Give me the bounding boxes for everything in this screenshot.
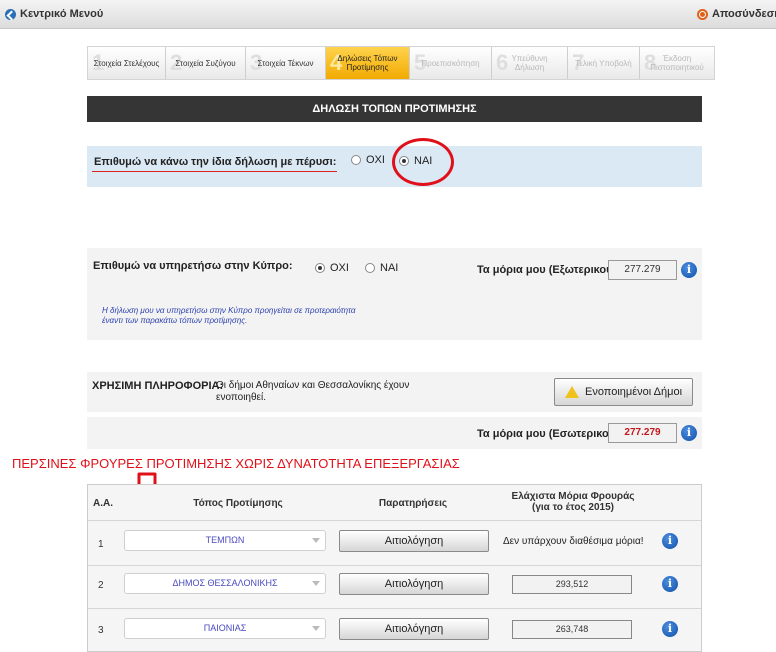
- radio-cyprus-no[interactable]: ΟΧΙ: [315, 262, 349, 274]
- domestic-points-panel: Τα μόρια μου (Εσωτερικού): 277.279 i: [87, 417, 702, 449]
- step-certificate-issue: 8 Έκδοση Πιστοποιητικού: [640, 47, 714, 79]
- radio-label: ΟΧΙ: [330, 262, 349, 274]
- logout-label: Αποσύνδεση: [712, 8, 776, 20]
- step-responsible-declaration: 6 Υπεύθυνη Δήλωση: [492, 47, 568, 79]
- info-icon[interactable]: i: [681, 262, 697, 278]
- radio-dot-selected: [315, 263, 325, 273]
- foreign-points-field: 277.279: [608, 260, 677, 280]
- red-underline-annotation: [92, 171, 337, 172]
- row-1-aa: 1: [98, 539, 104, 550]
- cyprus-note-line1: Η δήλωση μου να υπηρετήσω στην Κύπρο προ…: [102, 306, 356, 315]
- row-3-place: ΠΑΙΟΝΙΑΣ: [203, 623, 247, 633]
- step-label: Στοιχεία Συζύγου: [175, 58, 236, 68]
- useful-info-panel: ΧΡΗΣΙΜΗ ΠΛΗΡΟΦΟΡΙΑ: Οι δήμοι Αθηναίων κα…: [87, 372, 702, 412]
- useful-info-text-line2: ενοποιηθεί.: [216, 392, 266, 403]
- row-1-min-points: Δεν υπάρχουν διαθέσιμα μόρια!: [503, 536, 644, 547]
- main-menu-label: Κεντρικό Μενού: [20, 8, 104, 20]
- top-bar: Κεντρικό Μενού Αποσύνδεση: [0, 0, 776, 29]
- row-1-justification-button[interactable]: Αιτιολόγηση: [339, 530, 489, 552]
- row-3-place-select: ΠΑΙΟΝΙΑΣ: [124, 618, 326, 639]
- info-icon[interactable]: i: [681, 425, 697, 441]
- chevron-down-icon: [312, 538, 320, 543]
- chevron-down-icon: [312, 581, 320, 586]
- useful-info-text-line1: Οι δήμοι Αθηναίων και Θεσσαλονίκης έχουν: [216, 380, 410, 391]
- radio-dot: [365, 263, 375, 273]
- header-place: Τόπος Προτίμησης: [193, 498, 283, 509]
- row-1-place: ΤΕΜΠΩΝ: [205, 535, 245, 545]
- red-circle-annotation: [392, 138, 454, 186]
- row-3-aa: 3: [98, 625, 104, 636]
- radio-label: ΟΧΙ: [366, 154, 385, 166]
- step-label: Τελική Υποβολή: [575, 58, 632, 68]
- cyprus-question: Επιθυμώ να υπηρετήσω στην Κύπρο:: [93, 260, 293, 272]
- step-preference-declarations[interactable]: 4 Δηλώσεις Τόπων Προτίμησης: [326, 47, 410, 79]
- menu-arrow-icon: [5, 8, 16, 20]
- chevron-down-icon: [312, 626, 320, 631]
- info-icon[interactable]: i: [662, 621, 678, 637]
- step-children-details[interactable]: 3 Στοιχεία Τέκνων: [246, 47, 326, 79]
- same-as-last-year-question: Επιθυμώ να κάνω την ίδια δήλωση με πέρυσ…: [94, 156, 337, 168]
- annotation-text: ΠΕΡΣΙΝΕΣ ΦΡΟΥΡΕΣ ΠΡΟΤΙΜΗΣΗΣ ΧΩΡΙΣ ΔΥΝΑΤΟ…: [12, 456, 460, 471]
- row-divider: [88, 608, 701, 609]
- useful-info-text: Οι δήμοι Αθηναίων και Θεσσαλονίκης έχουν…: [216, 380, 409, 404]
- row-3-min-points: 263,748: [512, 620, 632, 639]
- row-1-place-select: ΤΕΜΠΩΝ: [124, 530, 326, 551]
- header-min-points: Ελάχιστα Μόρια Φρουράς (για το έτος 2015…: [488, 491, 658, 513]
- radio-cyprus-yes[interactable]: ΝΑΙ: [365, 262, 398, 274]
- header-aa: Α.Α.: [93, 498, 113, 509]
- radio-label: ΝΑΙ: [380, 262, 399, 274]
- step-label: Έκδοση Πιστοποιητικού: [650, 54, 704, 72]
- logout-link[interactable]: Αποσύνδεση: [697, 8, 776, 20]
- section-title: ΔΗΛΩΣΗ ΤΟΠΩΝ ΠΡΟΤΙΜΗΣΗΣ: [87, 96, 702, 122]
- step-label: Στοιχεία Στελέχους: [93, 58, 160, 68]
- step-final-submission: 7 Τελική Υποβολή: [568, 47, 640, 79]
- unified-municipalities-button[interactable]: Ενοποιημένοι Δήμοι: [554, 378, 693, 406]
- wizard-steps: 1 Στοιχεία Στελέχους 2 Στοιχεία Συζύγου …: [87, 46, 715, 80]
- preferences-table: Α.Α. Τόπος Προτίμησης Παρατηρήσεις Ελάχι…: [87, 484, 702, 652]
- header-remarks: Παρατηρήσεις: [378, 498, 448, 509]
- row-2-min-points: 293,512: [512, 575, 632, 594]
- info-icon[interactable]: i: [662, 576, 678, 592]
- info-icon[interactable]: i: [662, 533, 678, 549]
- header-min-points-line1: Ελάχιστα Μόρια Φρουράς: [511, 491, 635, 502]
- step-preview: 5 Προεπισκόπηση: [410, 47, 492, 79]
- cyprus-note: Η δήλωση μου να υπηρετήσω στην Κύπρο προ…: [102, 306, 356, 326]
- radio-same-no[interactable]: ΟΧΙ: [351, 154, 385, 166]
- row-3-justification-button[interactable]: Αιτιολόγηση: [339, 618, 489, 640]
- domestic-points-field: 277.279: [608, 423, 677, 443]
- row-2-place: ΔΗΜΟΣ ΘΕΣΣΑΛΟΝΙΚΗΣ: [172, 578, 278, 588]
- row-divider: [88, 565, 701, 566]
- radio-dot: [351, 155, 361, 165]
- step-label: Προεπισκόπηση: [421, 58, 480, 68]
- unified-municipalities-label: Ενοποιημένοι Δήμοι: [584, 386, 683, 398]
- power-icon: [697, 8, 708, 20]
- step-label: Στοιχεία Τέκνων: [257, 58, 314, 68]
- domestic-points-label: Τα μόρια μου (Εσωτερικού):: [477, 428, 623, 440]
- warning-icon: [564, 386, 579, 398]
- header-min-points-line2: (για το έτος 2015): [531, 502, 615, 513]
- step-label: Δηλώσεις Τόπων Προτίμησης: [337, 54, 398, 72]
- step-spouse-details[interactable]: 2 Στοιχεία Συζύγου: [166, 47, 246, 79]
- step-label: Υπεύθυνη Δήλωση: [511, 54, 548, 72]
- row-2-aa: 2: [98, 580, 104, 591]
- row-2-place-select: ΔΗΜΟΣ ΘΕΣΣΑΛΟΝΙΚΗΣ: [124, 573, 326, 594]
- foreign-points-label: Τα μόρια μου (Εξωτερικού):: [477, 264, 620, 276]
- row-divider: [88, 520, 701, 521]
- main-menu-link[interactable]: Κεντρικό Μενού: [5, 8, 103, 20]
- cyprus-panel: Επιθυμώ να υπηρετήσω στην Κύπρο: ΟΧΙ ΝΑΙ…: [87, 248, 702, 340]
- useful-info-title: ΧΡΗΣΙΜΗ ΠΛΗΡΟΦΟΡΙΑ:: [92, 380, 224, 392]
- cyprus-note-line2: έναντι των παρακάτω τόπων προτίμησης.: [102, 316, 248, 325]
- step-staff-details[interactable]: 1 Στοιχεία Στελέχους: [88, 47, 166, 79]
- row-2-justification-button[interactable]: Αιτιολόγηση: [339, 573, 489, 595]
